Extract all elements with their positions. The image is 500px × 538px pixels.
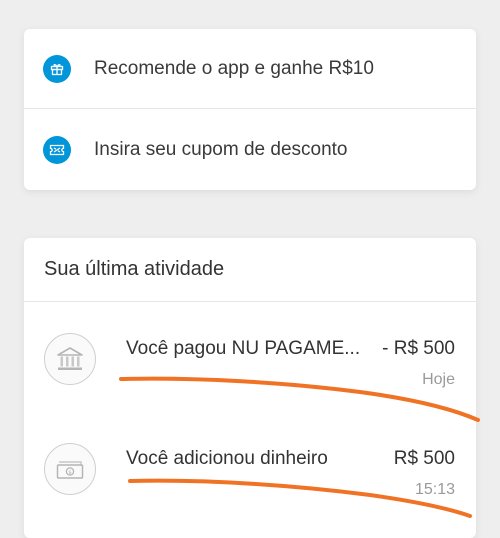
- ticket-icon: [43, 135, 71, 164]
- activity-description: Você adicionou dinheiro: [126, 448, 328, 469]
- money-bill-icon: $: [44, 443, 96, 495]
- recommend-app-item[interactable]: Recomende o app e ganhe R$10: [24, 29, 476, 109]
- discount-coupon-item[interactable]: Insira seu cupom de desconto: [24, 109, 476, 190]
- options-card: Recomende o app e ganhe R$10 Insira seu …: [24, 29, 476, 190]
- activity-time: 15:13: [414, 481, 455, 498]
- recommend-app-label: Recomende o app e ganhe R$10: [94, 58, 374, 79]
- activity-time: Hoje: [422, 371, 455, 388]
- activity-amount: - R$ 500: [382, 338, 455, 359]
- svg-text:$: $: [68, 470, 72, 476]
- divider: [24, 301, 476, 302]
- activity-item[interactable]: $ Você adicionou dinheiro R$ 500 15:13: [24, 423, 476, 523]
- bank-icon: [44, 333, 96, 385]
- discount-coupon-label: Insira seu cupom de desconto: [94, 138, 348, 160]
- activity-amount: R$ 500: [393, 448, 455, 469]
- activity-card: Sua última atividade Você pagou NU PAGAM…: [24, 238, 476, 538]
- activity-title: Sua última atividade: [44, 258, 225, 280]
- activity-description: Você pagou NU PAGAME...: [126, 338, 361, 359]
- gift-icon: [43, 55, 71, 83]
- activity-item[interactable]: Você pagou NU PAGAME... - R$ 500 Hoje: [24, 313, 476, 413]
